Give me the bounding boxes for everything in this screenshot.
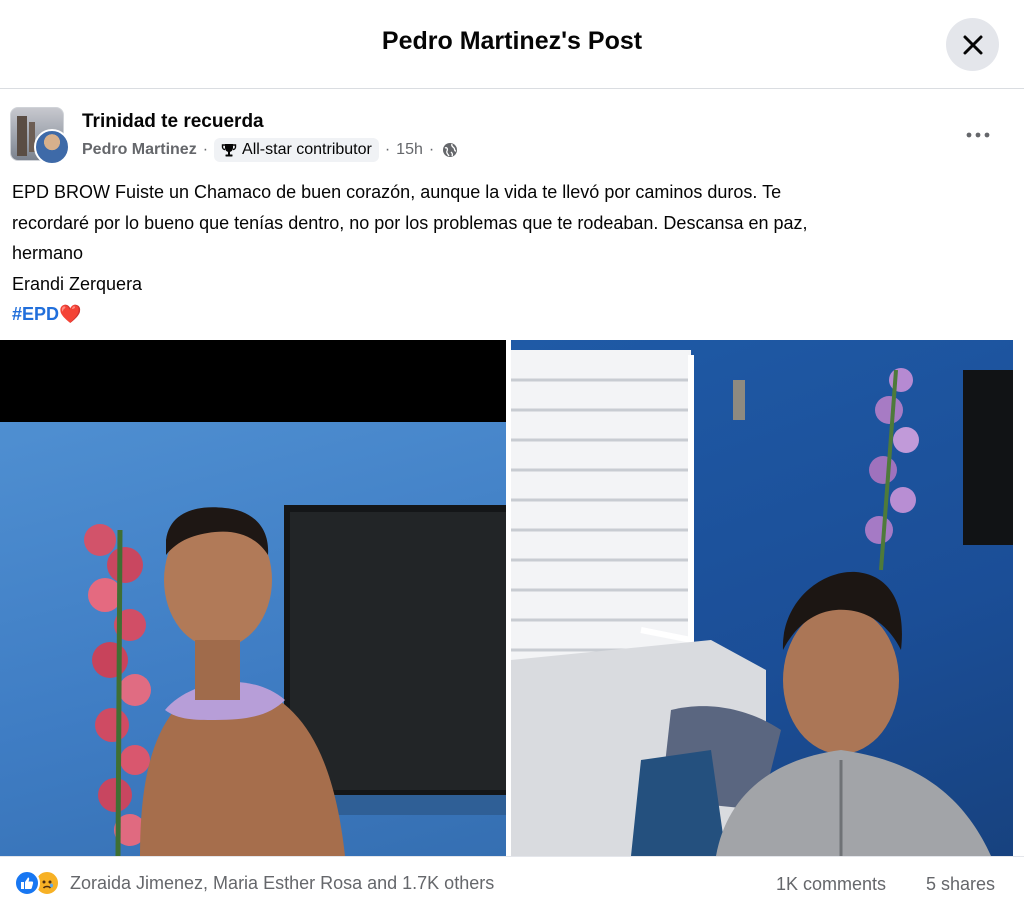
photo-left-illustration: [84, 505, 506, 856]
post-text-line: hermano: [12, 243, 84, 263]
reactions-text: Zoraida Jimenez, Maria Esther Rosa and 1…: [70, 872, 495, 893]
author-avatar[interactable]: [34, 129, 70, 165]
thumbs-up-icon: [21, 877, 34, 889]
comments-count[interactable]: 1K comments: [776, 874, 886, 895]
post-header: Trinidad te recuerda Pedro Martinez · Al…: [10, 105, 1014, 165]
trophy-icon: [221, 144, 237, 157]
modal-title: Pedro Martinez's Post: [381, 27, 643, 55]
more-options-button[interactable]: [960, 117, 996, 153]
contributor-badge[interactable]: All-star contributor: [214, 138, 379, 162]
modal-header: Pedro Martinez's Post: [0, 0, 1024, 89]
close-button[interactable]: [946, 18, 999, 71]
post-text-line: Erandi Zerquera: [12, 273, 143, 294]
hashtag-link[interactable]: #EPD: [12, 304, 59, 324]
like-reaction-icon: [14, 870, 40, 896]
post-time[interactable]: 15h: [396, 141, 423, 159]
badge-label: All-star contributor: [242, 141, 372, 158]
close-icon: [963, 35, 982, 54]
sad-face-icon: [42, 880, 53, 889]
post-footer: Zoraida Jimenez, Maria Esther Rosa and 1…: [0, 856, 1024, 908]
meta-separator: ·: [428, 141, 435, 158]
meta-separator: ·: [384, 141, 391, 158]
photo-right[interactable]: [511, 340, 1013, 856]
more-options-icon: [966, 132, 990, 138]
shares-count[interactable]: 5 shares: [926, 874, 995, 895]
heart-emoji: ❤️: [59, 304, 82, 324]
post-text-line: EPD BROW Fuiste un Chamaco de buen coraz…: [12, 182, 782, 202]
group-avatar-detail: [17, 116, 27, 156]
post-text-line: recordaré por lo bueno que tenías dentro…: [12, 212, 808, 233]
reactions-summary[interactable]: Zoraida Jimenez, Maria Esther Rosa and 1…: [14, 870, 494, 896]
meta-separator: ·: [202, 141, 209, 158]
globe-icon: [443, 143, 458, 157]
post-meta: Pedro Martinez · All-star contributor · …: [82, 135, 458, 165]
post-text: EPD BROW Fuiste un Chamaco de buen coraz…: [12, 177, 1002, 330]
post-text-line: #EPD❤️: [12, 299, 1002, 330]
photo-grid: [0, 340, 1024, 856]
group-name[interactable]: Trinidad te recuerda: [82, 111, 264, 133]
photo-right-illustration: [511, 350, 1013, 856]
photo-left[interactable]: [0, 340, 506, 856]
author-name[interactable]: Pedro Martinez: [82, 141, 197, 159]
